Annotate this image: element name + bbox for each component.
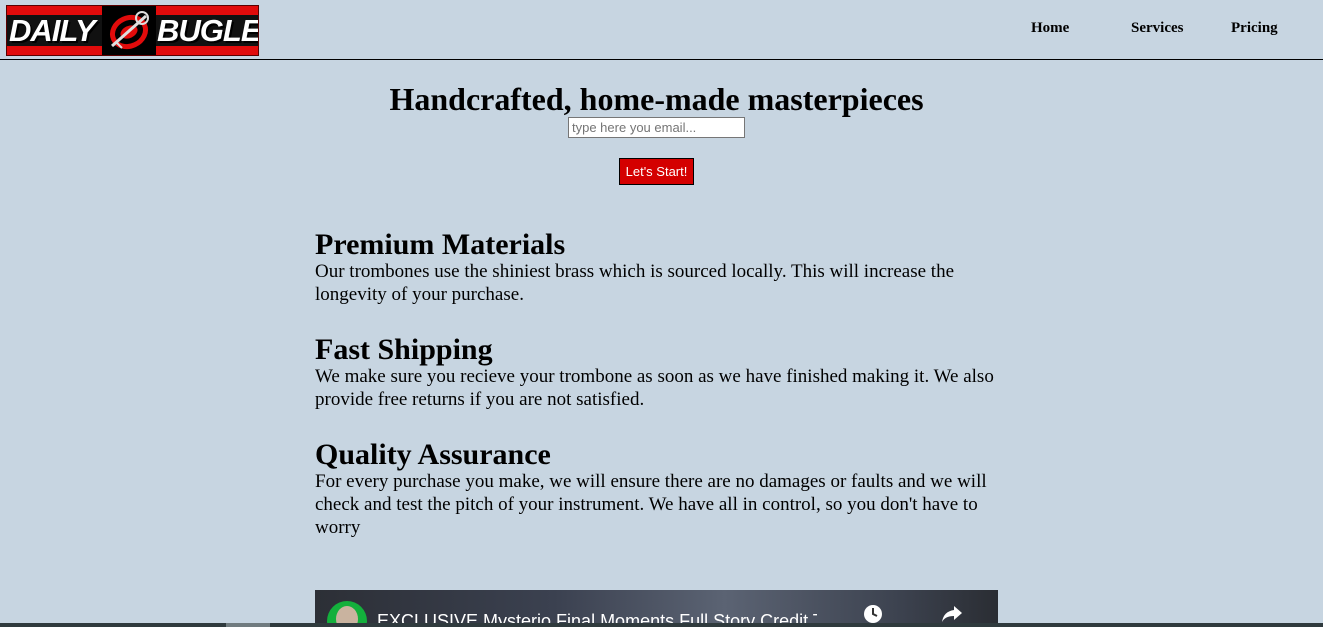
daily-bugle-logo[interactable]: DAILY BUGLE — [6, 5, 259, 56]
nav-pricing-link[interactable]: Pricing — [1231, 20, 1278, 37]
feature-text: Our trombones use the shiniest brass whi… — [315, 261, 955, 305]
share-icon[interactable] — [941, 604, 963, 624]
trombone-emblem-icon — [102, 6, 156, 55]
feature-quality-assurance: Quality Assurance For every purchase you… — [315, 440, 1005, 539]
embedded-video[interactable]: EXCLUSIVE Mysterio Final Moments Full St… — [315, 590, 998, 627]
feature-premium-materials: Premium Materials Our trombones use the … — [315, 230, 1005, 306]
feature-fast-shipping: Fast Shipping We make sure you recieve y… — [315, 335, 1005, 411]
email-input[interactable] — [568, 117, 745, 138]
feature-title: Quality Assurance — [315, 438, 551, 471]
feature-text: For every purchase you make, we will ens… — [315, 471, 987, 538]
hero-title: Handcrafted, home-made masterpieces — [389, 81, 924, 117]
feature-title: Fast Shipping — [315, 333, 493, 366]
feature-title: Premium Materials — [315, 228, 566, 261]
logo-text-daily: DAILY — [9, 13, 96, 48]
scrollbar-thumb[interactable] — [226, 623, 270, 627]
nav-services-link[interactable]: Services — [1131, 20, 1183, 37]
site-header: DAILY BUGLE Home Services Pricing — [0, 0, 1323, 60]
watch-later-icon[interactable] — [863, 604, 883, 624]
bottom-scrollbar[interactable] — [0, 623, 1323, 627]
nav-home-link[interactable]: Home — [1031, 20, 1069, 37]
lets-start-button[interactable]: Let's Start! — [619, 158, 694, 185]
feature-text: We make sure you recieve your trombone a… — [315, 366, 994, 410]
logo-text-bugle: BUGLE — [157, 13, 259, 48]
